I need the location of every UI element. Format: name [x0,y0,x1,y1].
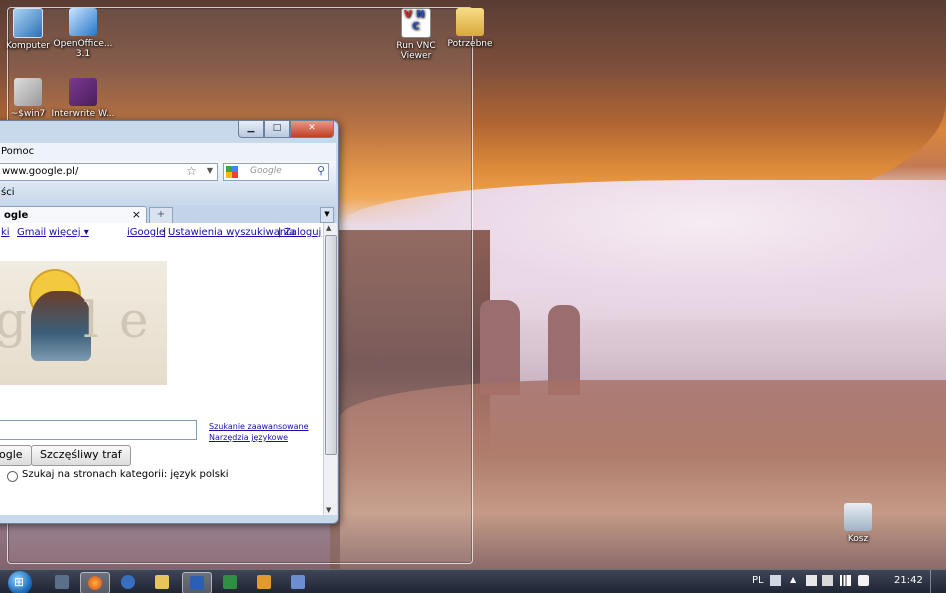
desktop: Komputer OpenOffice... 3.1 VNC Run VNC V… [0,0,946,593]
taskbar-item[interactable] [148,572,176,592]
volume-muted-icon[interactable] [858,575,869,586]
tab-list-button[interactable]: ▼ [320,207,334,223]
desktop-icon-openoffice[interactable]: OpenOffice... 3.1 [51,8,115,59]
link-sign-in[interactable]: Zaloguj [284,227,321,238]
language-indicator[interactable]: PL [752,575,764,586]
taskbar-item[interactable] [114,572,142,592]
desktop-icon-label: Potrzebne [447,39,493,49]
document-icon [14,78,42,106]
vnc-icon: VNC [401,8,431,38]
desktop-icon-recycle-bin[interactable]: Kosz [826,503,890,544]
windows-media-icon [55,575,69,589]
windows-logo-icon: ⊞ [14,575,25,589]
doodle-letter: e [119,291,149,349]
search-side-links: Szukanie zaawansowane Narzędzia językowe [209,421,309,443]
doodle-figures [31,291,91,361]
excel-icon [223,575,237,589]
google-search-engine-icon[interactable] [226,166,238,178]
start-button[interactable]: ⊞ [8,571,32,593]
recycle-bin-icon [844,503,872,531]
scroll-down-icon[interactable]: ▼ [326,506,331,514]
show-hidden-icons-icon[interactable]: ▲ [790,575,796,584]
chevron-down-icon[interactable]: ▼ [207,166,213,175]
scroll-thumb[interactable] [325,235,337,455]
doodle-letter: l [83,291,99,349]
address-bar[interactable]: www.google.pl/ ☆ ▼ [0,163,218,181]
computer-icon [13,8,43,38]
separator: | [278,227,282,238]
desktop-icon-interwrite[interactable]: Interwrite W... [51,78,115,119]
link-search-settings[interactable]: Ustawienia wyszukiwania [168,227,295,238]
google-doodle[interactable]: g l e [0,261,167,385]
search-placeholder: Google [250,166,282,176]
magnifier-icon[interactable]: ⚲ [317,164,325,177]
desktop-icon-label: Interwrite W... [51,109,115,119]
network-icon [121,575,135,589]
vertical-scrollbar[interactable]: ▲ ▼ [323,223,337,515]
openoffice-icon [69,8,97,36]
clock[interactable]: 21:42 [894,575,923,586]
separator: | [163,227,167,238]
taskbar-item[interactable] [250,572,278,592]
interwrite-icon [69,78,97,106]
media-icon [257,575,271,589]
search-input[interactable] [0,420,197,440]
link-language-tools[interactable]: Narzędzia językowe [209,432,309,443]
browser-window[interactable]: ▁ □ ✕ Pomoc www.google.pl/ ☆ ▼ Google ⚲ … [0,120,339,524]
explorer-folder-icon [155,575,169,589]
taskbar: ⊞ PL ▲ 21:42 [0,569,946,593]
tab-title: ogle [4,210,29,221]
menu-item-help[interactable]: Pomoc [1,146,34,157]
link-igoogle[interactable]: iGoogle [127,227,165,238]
taskbar-item[interactable] [182,572,212,593]
network-signal-icon[interactable] [840,575,851,586]
desktop-icon-label: Kosz [847,534,869,544]
navigation-toolbar: www.google.pl/ ☆ ▼ Google ⚲ [0,161,336,183]
taskbar-item[interactable] [284,572,312,592]
page-content: ki Gmail więcej ▾ iGoogle | Ustawienia w… [0,223,323,515]
url-text: www.google.pl/ [2,166,79,177]
close-button[interactable]: ✕ [290,121,334,138]
desktop-icon-label: OpenOffice... 3.1 [53,39,113,59]
bookmark-star-icon[interactable]: ☆ [186,164,197,178]
desktop-icon-potrzebne[interactable]: Potrzebne [438,8,502,49]
category-radio-label: Szukaj na stronach kategorii: język pols… [22,469,229,480]
action-center-flag-icon[interactable] [806,575,817,586]
search-box[interactable]: Google ⚲ [223,163,329,181]
show-desktop-button[interactable] [930,570,945,593]
minimize-button[interactable]: ▁ [238,121,264,138]
taskbar-item[interactable] [48,572,76,592]
taskbar-item[interactable] [80,572,110,593]
bookmarks-toolbar: ści [0,183,336,203]
firefox-icon [88,576,102,590]
maximize-button[interactable]: □ [264,121,290,138]
doodle-letter: g [0,291,28,349]
window-caption-buttons: ▁ □ ✕ [238,121,334,138]
scroll-up-icon[interactable]: ▲ [326,224,331,232]
link-gmail[interactable]: Gmail [17,227,46,238]
new-tab-button[interactable]: + [149,207,173,224]
close-tab-icon[interactable]: × [132,208,141,221]
power-icon[interactable] [822,575,833,586]
lucky-button[interactable]: Szczęśliwy traf [31,445,131,466]
taskbar-item[interactable] [216,572,244,592]
setup-icon [291,575,305,589]
keyboard-icon[interactable] [770,575,781,586]
word-icon [190,576,204,590]
link-more[interactable]: więcej ▾ [49,227,89,238]
link-advanced-search[interactable]: Szukanie zaawansowane [209,421,309,432]
bookmarks-item[interactable]: ści [1,187,15,198]
category-radio[interactable] [7,471,18,482]
menu-bar: Pomoc [0,143,336,161]
tab-strip: ogle × + ▼ [0,205,336,224]
link-partial[interactable]: ki [1,227,10,238]
tab-google[interactable]: ogle × [0,206,147,224]
folder-icon [456,8,484,36]
google-search-button[interactable]: ogle [0,445,32,466]
